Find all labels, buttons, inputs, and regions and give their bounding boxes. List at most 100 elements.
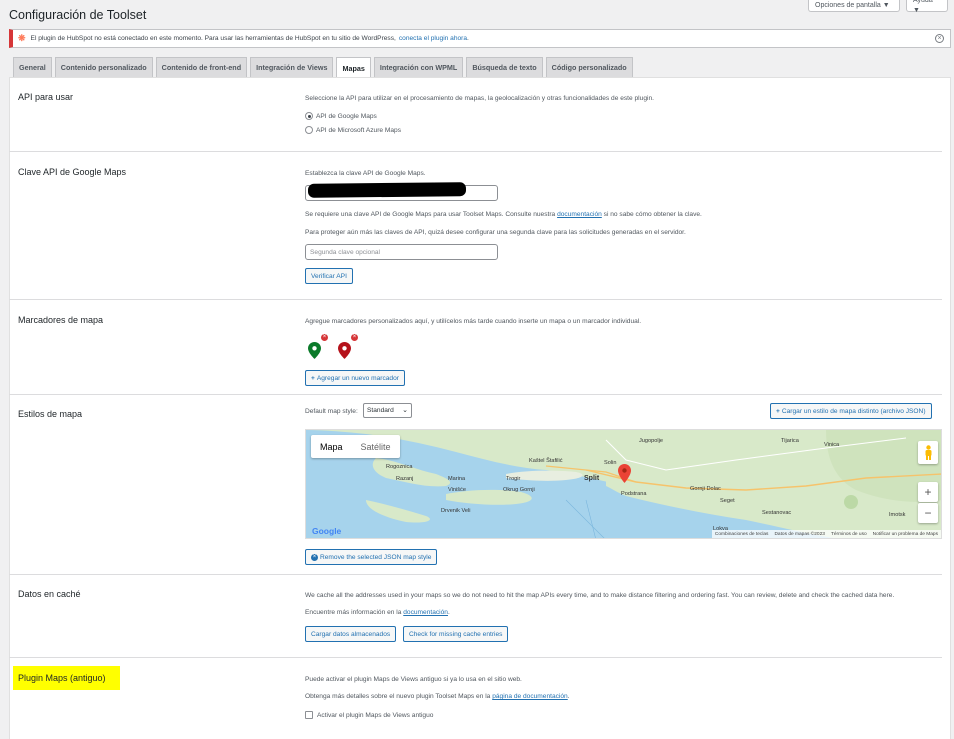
radio-unchecked-icon xyxy=(305,126,313,134)
cache-section-title: Datos en caché xyxy=(18,589,81,599)
second-key-note: Para proteger aún más las claves de API,… xyxy=(305,229,686,236)
report-problem-link[interactable]: Notificar un problema de Maps xyxy=(873,532,938,537)
map-type-satellite-button[interactable]: Satélite xyxy=(352,435,400,458)
api-key-note-suffix: si no sabe cómo obtener la clave. xyxy=(603,211,702,218)
zoom-out-button[interactable]: − xyxy=(918,503,938,523)
second-key-input[interactable]: Segunda clave opcional xyxy=(305,244,498,260)
plus-icon: + xyxy=(776,407,780,415)
tab-text-search[interactable]: Búsqueda de texto xyxy=(466,57,543,77)
tab-maps[interactable]: Mapas xyxy=(336,57,371,78)
map-place-label: Vinišće xyxy=(448,487,466,493)
add-marker-label: Agregar un nuevo marcador xyxy=(316,374,399,382)
map-place-label: Solin xyxy=(604,460,617,466)
map-place-label: Tijarica xyxy=(781,438,799,444)
legacy-section-title: Plugin Maps (antiguo) xyxy=(18,673,106,683)
remove-icon: × xyxy=(311,553,318,561)
help-button[interactable]: Ayuda ▼ xyxy=(906,0,948,14)
legacy-more-info: Obtenga más detalles sobre el nuevo plug… xyxy=(305,693,570,700)
map-attribution: Combinaciones de teclas Datos de mapas ©… xyxy=(711,530,941,538)
api-key-note-prefix: Se requiere una clave API de Google Maps… xyxy=(305,211,556,218)
map-place-label: Razanj xyxy=(396,476,414,482)
radio-google-maps[interactable]: API de Google Maps xyxy=(305,112,377,120)
map-place-label: Drvenik Veli xyxy=(441,508,471,514)
map-pin-icon xyxy=(308,342,321,359)
tab-custom-content[interactable]: Contenido personalizado xyxy=(54,57,153,77)
map-place-label: Rogoznica xyxy=(386,464,413,470)
notice-text: El plugin de HubSpot no está conectado e… xyxy=(30,35,396,42)
check-cache-button[interactable]: Check for missing cache entries xyxy=(403,626,509,642)
connect-plugin-link[interactable]: conecta el plugin ahora xyxy=(399,35,467,42)
street-view-icon[interactable] xyxy=(918,441,938,464)
tab-wpml-integration[interactable]: Integración con WPML xyxy=(373,57,464,77)
radio-azure-maps[interactable]: API de Microsoft Azure Maps xyxy=(305,126,401,134)
map-data-label: Datos de mapas ©2023 xyxy=(774,531,825,537)
legacy-desc: Puede activar el plugin Maps de Views an… xyxy=(305,676,522,683)
api-section-title: API para usar xyxy=(18,92,74,102)
checkbox-icon xyxy=(305,711,313,719)
documentation-link[interactable]: documentación xyxy=(557,211,602,218)
cache-more-prefix: Encuentre más información en la xyxy=(305,609,402,616)
map-preview[interactable]: Tijarica Vinica Jugopolje Kaštel Štafili… xyxy=(305,429,942,539)
default-style-label: Default map style: xyxy=(305,408,358,415)
legacy-more-prefix: Obtenga más detalles sobre el nuevo plug… xyxy=(305,693,491,700)
legacy-documentation-link[interactable]: página de documentación xyxy=(492,693,568,700)
screen-options-label: Opciones de pantalla ▼ xyxy=(815,1,890,9)
api-key-desc: Establezca la clave API de Google Maps. xyxy=(305,170,426,177)
divider xyxy=(9,151,942,152)
radio-label: API de Microsoft Azure Maps xyxy=(316,126,402,134)
page-title: Configuración de Toolset xyxy=(9,8,147,22)
api-section-desc: Seleccione la API para utilizar en el pr… xyxy=(305,95,654,102)
add-marker-button[interactable]: + Agregar un nuevo marcador xyxy=(305,370,405,386)
remove-marker-icon[interactable]: × xyxy=(351,334,358,341)
cache-documentation-link[interactable]: documentación xyxy=(403,609,448,616)
marker-red[interactable]: × xyxy=(335,334,358,361)
terms-link[interactable]: Términos de uso xyxy=(831,532,867,537)
map-terrain xyxy=(306,430,941,538)
markers-section-title: Marcadores de mapa xyxy=(18,315,104,325)
cache-more-info: Encuentre más información en la document… xyxy=(305,609,450,616)
map-place-label: Imotsk xyxy=(889,512,906,518)
keyboard-shortcuts-link[interactable]: Combinaciones de teclas xyxy=(715,532,769,537)
map-type-map-button[interactable]: Mapa xyxy=(311,435,352,458)
remove-json-style-label: Remove the selected JSON map style xyxy=(320,553,432,561)
tab-views-integration[interactable]: Integración de Views xyxy=(250,57,334,77)
chevron-down-icon: ⌄ xyxy=(402,407,408,414)
divider xyxy=(9,657,942,658)
activate-legacy-checkbox[interactable]: Activar el plugin Maps de Views antiguo xyxy=(305,711,433,719)
map-type-control: Mapa Satélite xyxy=(311,435,400,458)
cache-desc: We cache all the addresses used in your … xyxy=(305,592,895,599)
styles-section-title: Estilos de mapa xyxy=(18,409,83,419)
redacted-api-key xyxy=(307,182,467,198)
map-place-label: Sestanovac xyxy=(762,510,792,516)
default-style-select[interactable]: Standard ⌄ xyxy=(363,403,412,418)
divider xyxy=(9,394,942,395)
settings-tabs: General Contenido personalizado Contenid… xyxy=(13,57,633,78)
map-place-label: Okrug Gornji xyxy=(503,487,535,493)
hubspot-notice: ❋ El plugin de HubSpot no está conectado… xyxy=(9,29,951,48)
tab-general[interactable]: General xyxy=(13,57,52,77)
radio-label: API de Google Maps xyxy=(316,112,377,120)
tab-front-end-content[interactable]: Contenido de front-end xyxy=(155,57,248,77)
marker-green[interactable]: × xyxy=(305,334,328,361)
load-cached-data-button[interactable]: Cargar datos almacenados xyxy=(305,626,397,642)
remove-marker-icon[interactable]: × xyxy=(321,334,328,341)
api-key-note: Se requiere una clave API de Google Maps… xyxy=(305,211,702,218)
load-json-style-label: Cargar un estilo de mapa distinto (archi… xyxy=(781,407,926,415)
legacy-more-suffix: . xyxy=(567,693,570,700)
hubspot-icon: ❋ xyxy=(18,33,26,43)
tab-custom-code[interactable]: Código personalizado xyxy=(545,57,633,77)
remove-json-style-button[interactable]: × Remove the selected JSON map style xyxy=(305,549,438,565)
map-place-label: Split xyxy=(584,475,600,482)
api-key-section-title: Clave API de Google Maps xyxy=(18,167,127,177)
zoom-in-button[interactable]: + xyxy=(918,482,938,502)
load-json-style-button[interactable]: + Cargar un estilo de mapa distinto (arc… xyxy=(770,403,932,419)
map-place-label: Vinica xyxy=(824,442,840,448)
map-place-label: Podstrana xyxy=(621,491,647,497)
checkbox-label: Activar el plugin Maps de Views antiguo xyxy=(317,711,434,719)
map-place-label: Gornji Dolac xyxy=(690,486,721,492)
close-icon[interactable]: × xyxy=(935,34,944,43)
screen-options-button[interactable]: Opciones de pantalla ▼ xyxy=(808,0,900,12)
markers-desc: Agregue marcadores personalizados aquí, … xyxy=(305,318,642,325)
verify-api-button[interactable]: Verificar API xyxy=(305,268,353,284)
cache-more-suffix: . xyxy=(447,609,450,616)
